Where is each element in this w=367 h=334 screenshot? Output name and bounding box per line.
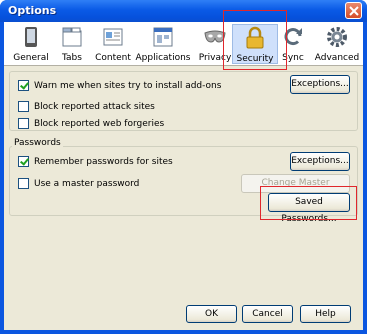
saved-passwords-annotation-box: [260, 186, 357, 220]
tab-advanced[interactable]: Advanced: [312, 24, 362, 64]
applications-icon: [151, 25, 175, 49]
tab-content[interactable]: Content: [88, 24, 138, 64]
passwords-legend: Passwords: [12, 138, 63, 148]
security-tab-annotation-box: [223, 10, 287, 70]
warn-addons-label: Warn me when sites try to install add-on…: [34, 80, 222, 91]
warn-addons-checkbox[interactable]: [18, 80, 29, 91]
tab-advanced-label: Advanced: [314, 53, 360, 63]
block-forgeries-label: Block reported web forgeries: [34, 118, 165, 129]
options-window: Options General Tabs Content Application…: [0, 0, 367, 334]
ok-button[interactable]: OK: [186, 305, 237, 323]
block-forgeries-checkbox[interactable]: [18, 118, 29, 129]
block-attack-checkbox[interactable]: [18, 101, 29, 112]
dialog-body: General Tabs Content Applications Privac…: [4, 10, 363, 330]
tab-applications-label: Applications: [135, 53, 191, 63]
master-password-checkbox[interactable]: [18, 178, 29, 189]
remember-passwords-label: Remember passwords for sites: [34, 156, 173, 167]
gear-icon: [325, 25, 349, 49]
content-icon: [101, 25, 125, 49]
block-forgeries-row[interactable]: Block reported web forgeries: [18, 118, 164, 129]
category-toolbar: General Tabs Content Applications Privac…: [4, 22, 363, 66]
title-bar[interactable]: Options: [0, 0, 367, 22]
block-attack-row[interactable]: Block reported attack sites: [18, 101, 155, 112]
tabs-icon: [60, 25, 84, 49]
close-button[interactable]: [345, 2, 362, 19]
block-attack-label: Block reported attack sites: [34, 101, 155, 112]
window-title: Options: [8, 4, 57, 17]
passwords-exceptions-button[interactable]: Exceptions...: [290, 152, 350, 171]
remember-passwords-checkbox[interactable]: [18, 156, 29, 167]
tab-applications[interactable]: Applications: [134, 24, 192, 64]
remember-passwords-row[interactable]: Remember passwords for sites: [18, 156, 173, 167]
cancel-button[interactable]: Cancel: [242, 305, 293, 323]
addons-exceptions-button[interactable]: Exceptions...: [290, 75, 350, 94]
general-icon: [19, 25, 43, 49]
master-password-row[interactable]: Use a master password: [18, 178, 139, 189]
master-password-label: Use a master password: [34, 178, 140, 189]
help-button[interactable]: Help: [300, 305, 351, 323]
warn-addons-row[interactable]: Warn me when sites try to install add-on…: [18, 80, 221, 91]
tab-content-label: Content: [95, 53, 131, 63]
